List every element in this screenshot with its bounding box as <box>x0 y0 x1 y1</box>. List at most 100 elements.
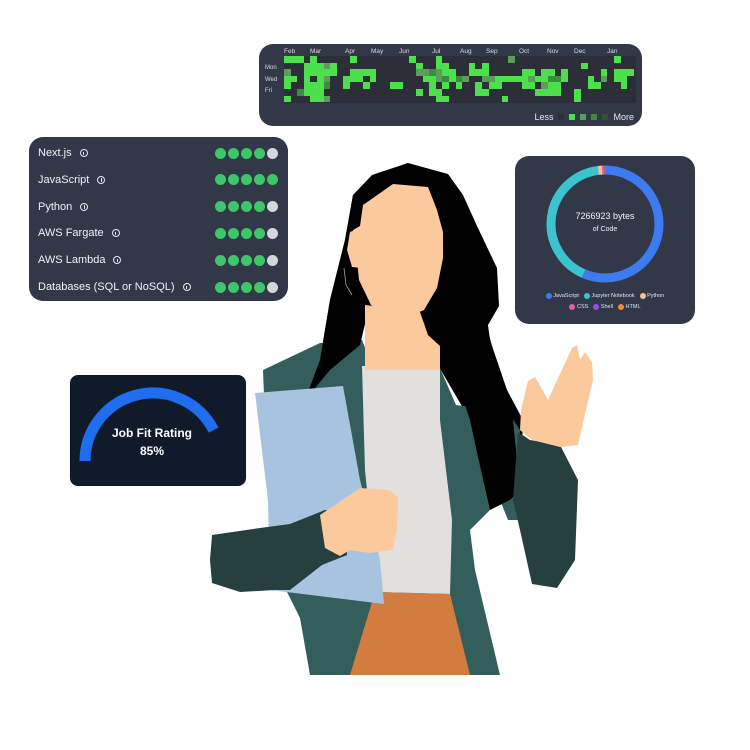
heatmap-cell <box>600 75 608 83</box>
legend-color-swatch <box>618 304 625 310</box>
heatmap-cell <box>600 69 608 76</box>
skill-row: Databases (SQL or NoSQL) <box>38 277 278 297</box>
heatmap-cell <box>442 95 449 103</box>
job-fit-card: Job Fit Rating 85% <box>70 375 246 486</box>
heatmap-cell <box>350 69 357 76</box>
heatmap-cell <box>396 82 403 89</box>
heatmap-cell <box>317 82 324 89</box>
donut-slice-javascript[interactable] <box>581 165 664 283</box>
rating-dot-filled <box>241 254 252 266</box>
heatmap-cell <box>284 69 291 76</box>
heatmap-cell <box>290 75 298 83</box>
rating-dot-filled <box>228 147 239 159</box>
heatmap-cell <box>290 56 298 63</box>
rating-dot-empty <box>267 201 278 213</box>
heatmap-cell <box>284 75 291 83</box>
heatmap-cell <box>468 69 476 76</box>
rating-dot-filled <box>241 281 252 293</box>
info-icon[interactable] <box>113 256 122 265</box>
heatmap-cell <box>416 89 423 96</box>
legend-color-swatch <box>545 293 552 299</box>
legend-item[interactable]: Shell <box>593 304 613 310</box>
heatmap-cell <box>541 75 548 83</box>
skill-rating <box>215 281 278 293</box>
month-label: May <box>371 48 384 55</box>
heatmap-cell <box>495 75 502 83</box>
info-icon[interactable] <box>111 229 120 238</box>
heatmap-cell <box>620 82 628 89</box>
skill-row: AWS Fargate <box>38 223 278 243</box>
heatmap-cell <box>330 62 337 70</box>
heatmap-cell <box>422 75 430 83</box>
heatmap-cell <box>548 89 555 96</box>
heatmap-cell <box>581 62 588 70</box>
heatmap-cell <box>350 75 357 83</box>
heatmap-cell <box>284 82 291 89</box>
code-bytes-card: 7266923 bytes of Code JavaScript Jupyter … <box>515 156 695 324</box>
skill-rating <box>215 254 278 266</box>
day-label-wed: Wed <box>265 77 278 83</box>
legend-label: Python <box>647 293 665 299</box>
rating-dot-filled <box>254 174 265 186</box>
skill-name: AWS Fargate <box>38 227 104 240</box>
heatmap-cell <box>449 69 456 76</box>
legend-less-label: Less <box>534 112 554 122</box>
info-icon[interactable] <box>182 283 191 291</box>
rating-dot-filled <box>215 254 226 266</box>
heatmap-cell <box>468 62 476 70</box>
legend-label: Jupyter Notebook <box>591 293 635 299</box>
heatmap-cell <box>488 75 496 83</box>
heatmap-cell <box>303 75 311 83</box>
heatmap-cell <box>442 75 449 83</box>
skill-name: Python <box>38 200 73 213</box>
heatmap-cell <box>317 75 324 83</box>
heatmap-cell <box>435 89 443 96</box>
legend-swatch <box>591 114 598 120</box>
heatmap-cell <box>521 75 529 83</box>
heatmap-cell <box>303 62 311 70</box>
rating-dot-filled <box>254 281 265 293</box>
heatmap-cell <box>435 75 443 83</box>
contribution-heatmap-card: Feb Mar Apr May Jun Jul Aug Sep Oct Nov Dec Jan Mon… <box>259 44 642 126</box>
heatmap-cell <box>515 75 522 83</box>
rating-dot-filled <box>241 201 252 213</box>
heatmap-cell <box>462 75 469 83</box>
heatmap-cell <box>554 75 562 83</box>
day-label-fri: Fri <box>265 88 272 94</box>
rating-dot-filled <box>228 227 239 239</box>
legend-item[interactable]: JavaScript <box>545 293 579 299</box>
legend-item[interactable]: HTML <box>618 304 641 310</box>
heatmap-cell <box>442 82 449 89</box>
info-icon[interactable] <box>79 149 88 157</box>
heatmap-cell <box>369 75 377 83</box>
total-bytes-label: 7266923 bytes <box>575 211 635 221</box>
info-icon[interactable] <box>97 175 106 184</box>
legend-item[interactable]: Jupyter Notebook <box>583 293 635 299</box>
heatmap-cell <box>389 82 397 89</box>
heatmap-cell <box>303 82 311 89</box>
rating-dot-filled <box>228 281 239 293</box>
heatmap-cell <box>429 69 436 76</box>
donut-slice-jupyter-notebook[interactable] <box>546 165 599 278</box>
month-label: Aug <box>460 48 472 55</box>
legend-label: Shell <box>600 304 614 310</box>
language-legend-row-1: JavaScript Jupyter Notebook Python <box>515 293 695 299</box>
skills-card: Next.js JavaScript Python AWS Fargate AWS La… <box>29 137 288 301</box>
heatmap-cell <box>620 69 628 76</box>
heatmap-cell <box>317 69 324 76</box>
rating-dot-empty <box>267 147 278 159</box>
heatmap-cell <box>310 56 317 63</box>
heatmap-cell <box>475 82 482 89</box>
legend-item[interactable]: Python <box>639 293 665 299</box>
heatmap-cell <box>482 62 489 70</box>
heatmap-cell <box>429 89 436 96</box>
month-label: Dec <box>574 48 586 55</box>
heatmap-cell <box>323 69 331 76</box>
heatmap-cell <box>548 75 555 83</box>
rating-dot-filled <box>215 227 226 239</box>
skill-rating <box>215 147 278 159</box>
legend-item[interactable]: CSS <box>569 304 588 310</box>
info-icon[interactable] <box>80 202 89 211</box>
heatmap-cell <box>317 95 324 103</box>
rating-dot-filled <box>228 201 239 213</box>
